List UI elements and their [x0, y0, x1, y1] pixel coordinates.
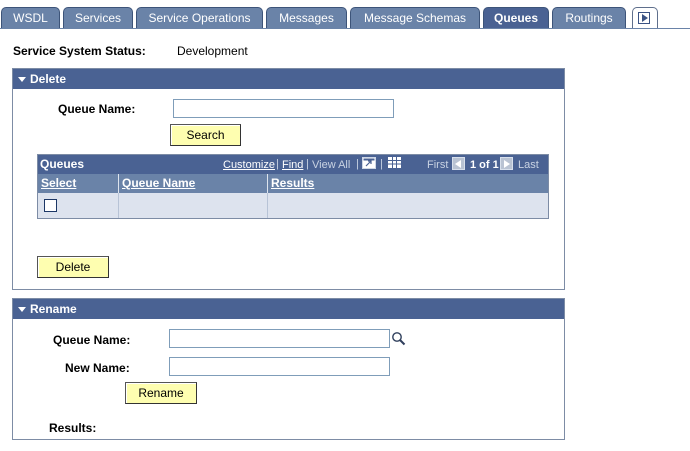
collapse-caret-icon	[18, 77, 26, 82]
table-row	[38, 193, 548, 218]
delete-group-header[interactable]: Delete	[13, 69, 564, 89]
rename-group-title: Rename	[30, 302, 77, 316]
previous-row-icon	[452, 157, 465, 170]
tab-routings[interactable]: Routings	[552, 7, 626, 28]
results-cell	[268, 193, 548, 218]
customize-link[interactable]: Customize	[223, 159, 275, 171]
column-header-select[interactable]: Select	[38, 174, 119, 193]
column-header-results[interactable]: Results	[268, 174, 548, 193]
last-label: Last	[518, 159, 539, 171]
queue-name-cell	[119, 193, 268, 218]
search-button[interactable]: Search	[170, 124, 241, 146]
new-name-label: New Name:	[65, 361, 130, 375]
find-link[interactable]: Find	[282, 159, 303, 171]
more-tabs-button[interactable]	[632, 7, 658, 28]
delete-queue-name-label: Queue Name:	[58, 102, 136, 116]
tab-services[interactable]: Services	[63, 7, 133, 28]
tab-messages[interactable]: Messages	[266, 7, 347, 28]
download-spreadsheet-icon[interactable]	[388, 157, 402, 169]
rename-queue-name-input[interactable]	[169, 329, 390, 348]
view-all-link: View All	[312, 159, 351, 171]
delete-queue-name-input[interactable]	[173, 99, 394, 118]
tab-queues[interactable]: Queues	[483, 7, 549, 28]
next-row-icon	[500, 157, 513, 170]
select-cell	[38, 193, 119, 218]
results-label: Results:	[49, 421, 97, 435]
first-label: First	[427, 159, 449, 171]
column-header-queue-name[interactable]: Queue Name	[119, 174, 268, 193]
grid-title: Queues	[40, 157, 85, 171]
rename-queue-name-label: Queue Name:	[53, 333, 131, 347]
rename-group-header[interactable]: Rename	[13, 299, 564, 319]
new-name-input[interactable]	[169, 357, 390, 376]
rename-button[interactable]: Rename	[125, 382, 197, 404]
tab-message-schemas[interactable]: Message Schemas	[350, 7, 480, 28]
status-label: Service System Status:	[13, 44, 146, 58]
tab-wsdl[interactable]: WSDL	[1, 7, 60, 28]
arrow-right-icon	[638, 12, 650, 24]
tab-service-operations[interactable]: Service Operations	[136, 7, 263, 28]
status-value: Development	[177, 44, 248, 58]
select-checkbox[interactable]	[44, 199, 57, 212]
lookup-magnifier-icon[interactable]	[391, 331, 406, 346]
collapse-caret-icon	[18, 307, 26, 312]
grid-title-bar: Queues Customize | Find | View All | | F…	[38, 155, 548, 174]
row-range: 1 of 1	[470, 159, 499, 171]
tab-bar: WSDL Services Service Operations Message…	[0, 0, 690, 30]
delete-group-title: Delete	[30, 72, 67, 86]
queues-grid: Queues Customize | Find | View All | | F…	[37, 154, 549, 219]
zoom-grid-icon[interactable]	[362, 157, 377, 171]
grid-header-row: Select Queue Name Results	[38, 174, 548, 193]
delete-button[interactable]: Delete	[37, 256, 109, 278]
